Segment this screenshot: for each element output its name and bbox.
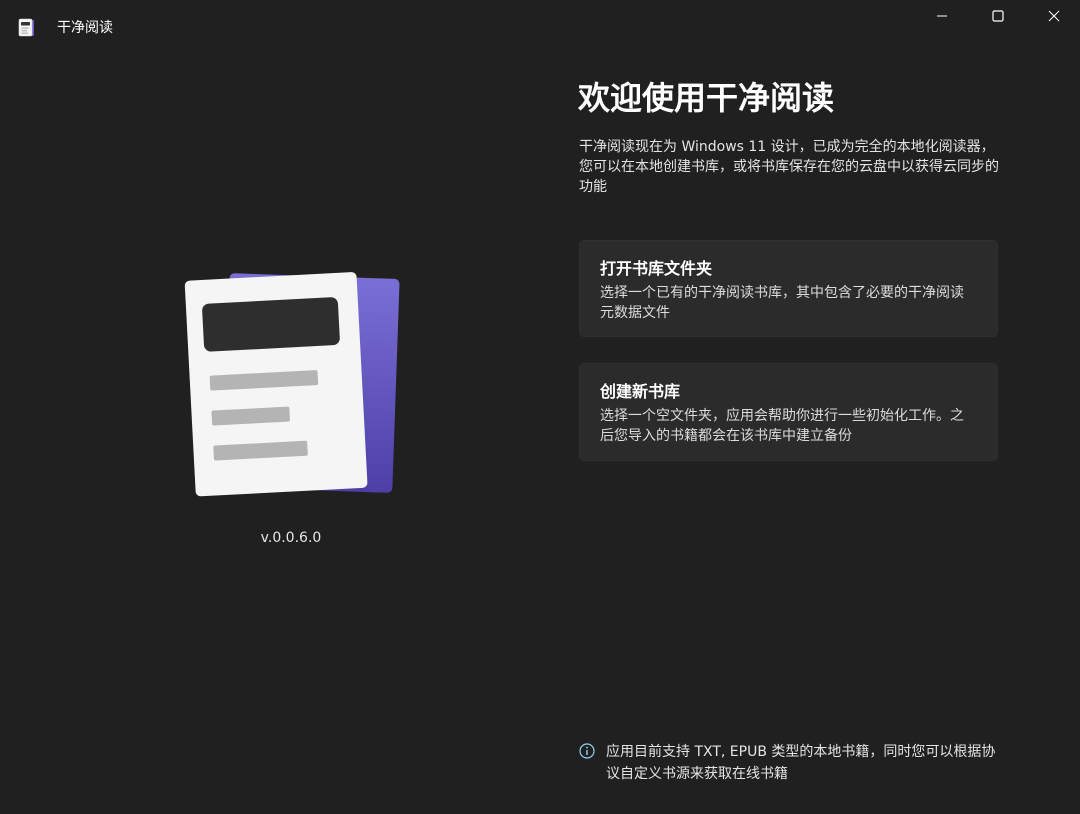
minimize-button[interactable]: [914, 0, 970, 32]
create-library-title: 创建新书库: [600, 382, 681, 401]
welcome-description: 干净阅读现在为 Windows 11 设计，已成为完全的本地化阅读器，您可以在本…: [579, 139, 999, 195]
info-icon: [579, 743, 595, 759]
window-title: 干净阅读: [57, 20, 113, 36]
maximize-icon: [992, 10, 1004, 22]
open-library-description: 选择一个已有的干净阅读书库，其中包含了必要的干净阅读元数据文件: [600, 285, 964, 321]
close-button[interactable]: [1026, 0, 1080, 32]
minimize-icon: [937, 15, 947, 17]
create-library-description: 选择一个空文件夹，应用会帮助你进行一些初始化工作。之后您导入的书籍都会在该书库中…: [600, 408, 964, 444]
welcome-title: 欢迎使用干净阅读: [578, 79, 835, 117]
app-logo-icon: [18, 18, 34, 37]
version-label: v.0.0.6.0: [260, 530, 322, 546]
maximize-button[interactable]: [970, 0, 1026, 32]
supported-formats-info: 应用目前支持 TXT, EPUB 类型的本地书籍，同时您可以根据协议自定义书源来…: [606, 744, 996, 782]
title-bar[interactable]: 干净阅读: [0, 0, 1080, 54]
open-library-title: 打开书库文件夹: [600, 259, 713, 278]
create-library-card[interactable]: 创建新书库 选择一个空文件夹，应用会帮助你进行一些初始化工作。之后您导入的书籍都…: [579, 363, 998, 461]
open-library-card[interactable]: 打开书库文件夹 选择一个已有的干净阅读书库，其中包含了必要的干净阅读元数据文件: [579, 240, 998, 337]
document-stack-icon: [184, 272, 400, 497]
app-window: 干净阅读 v.0.0.6.0 欢迎使用干净阅读 干净阅读现在为 Windows …: [0, 0, 1080, 814]
close-icon: [1048, 10, 1060, 22]
